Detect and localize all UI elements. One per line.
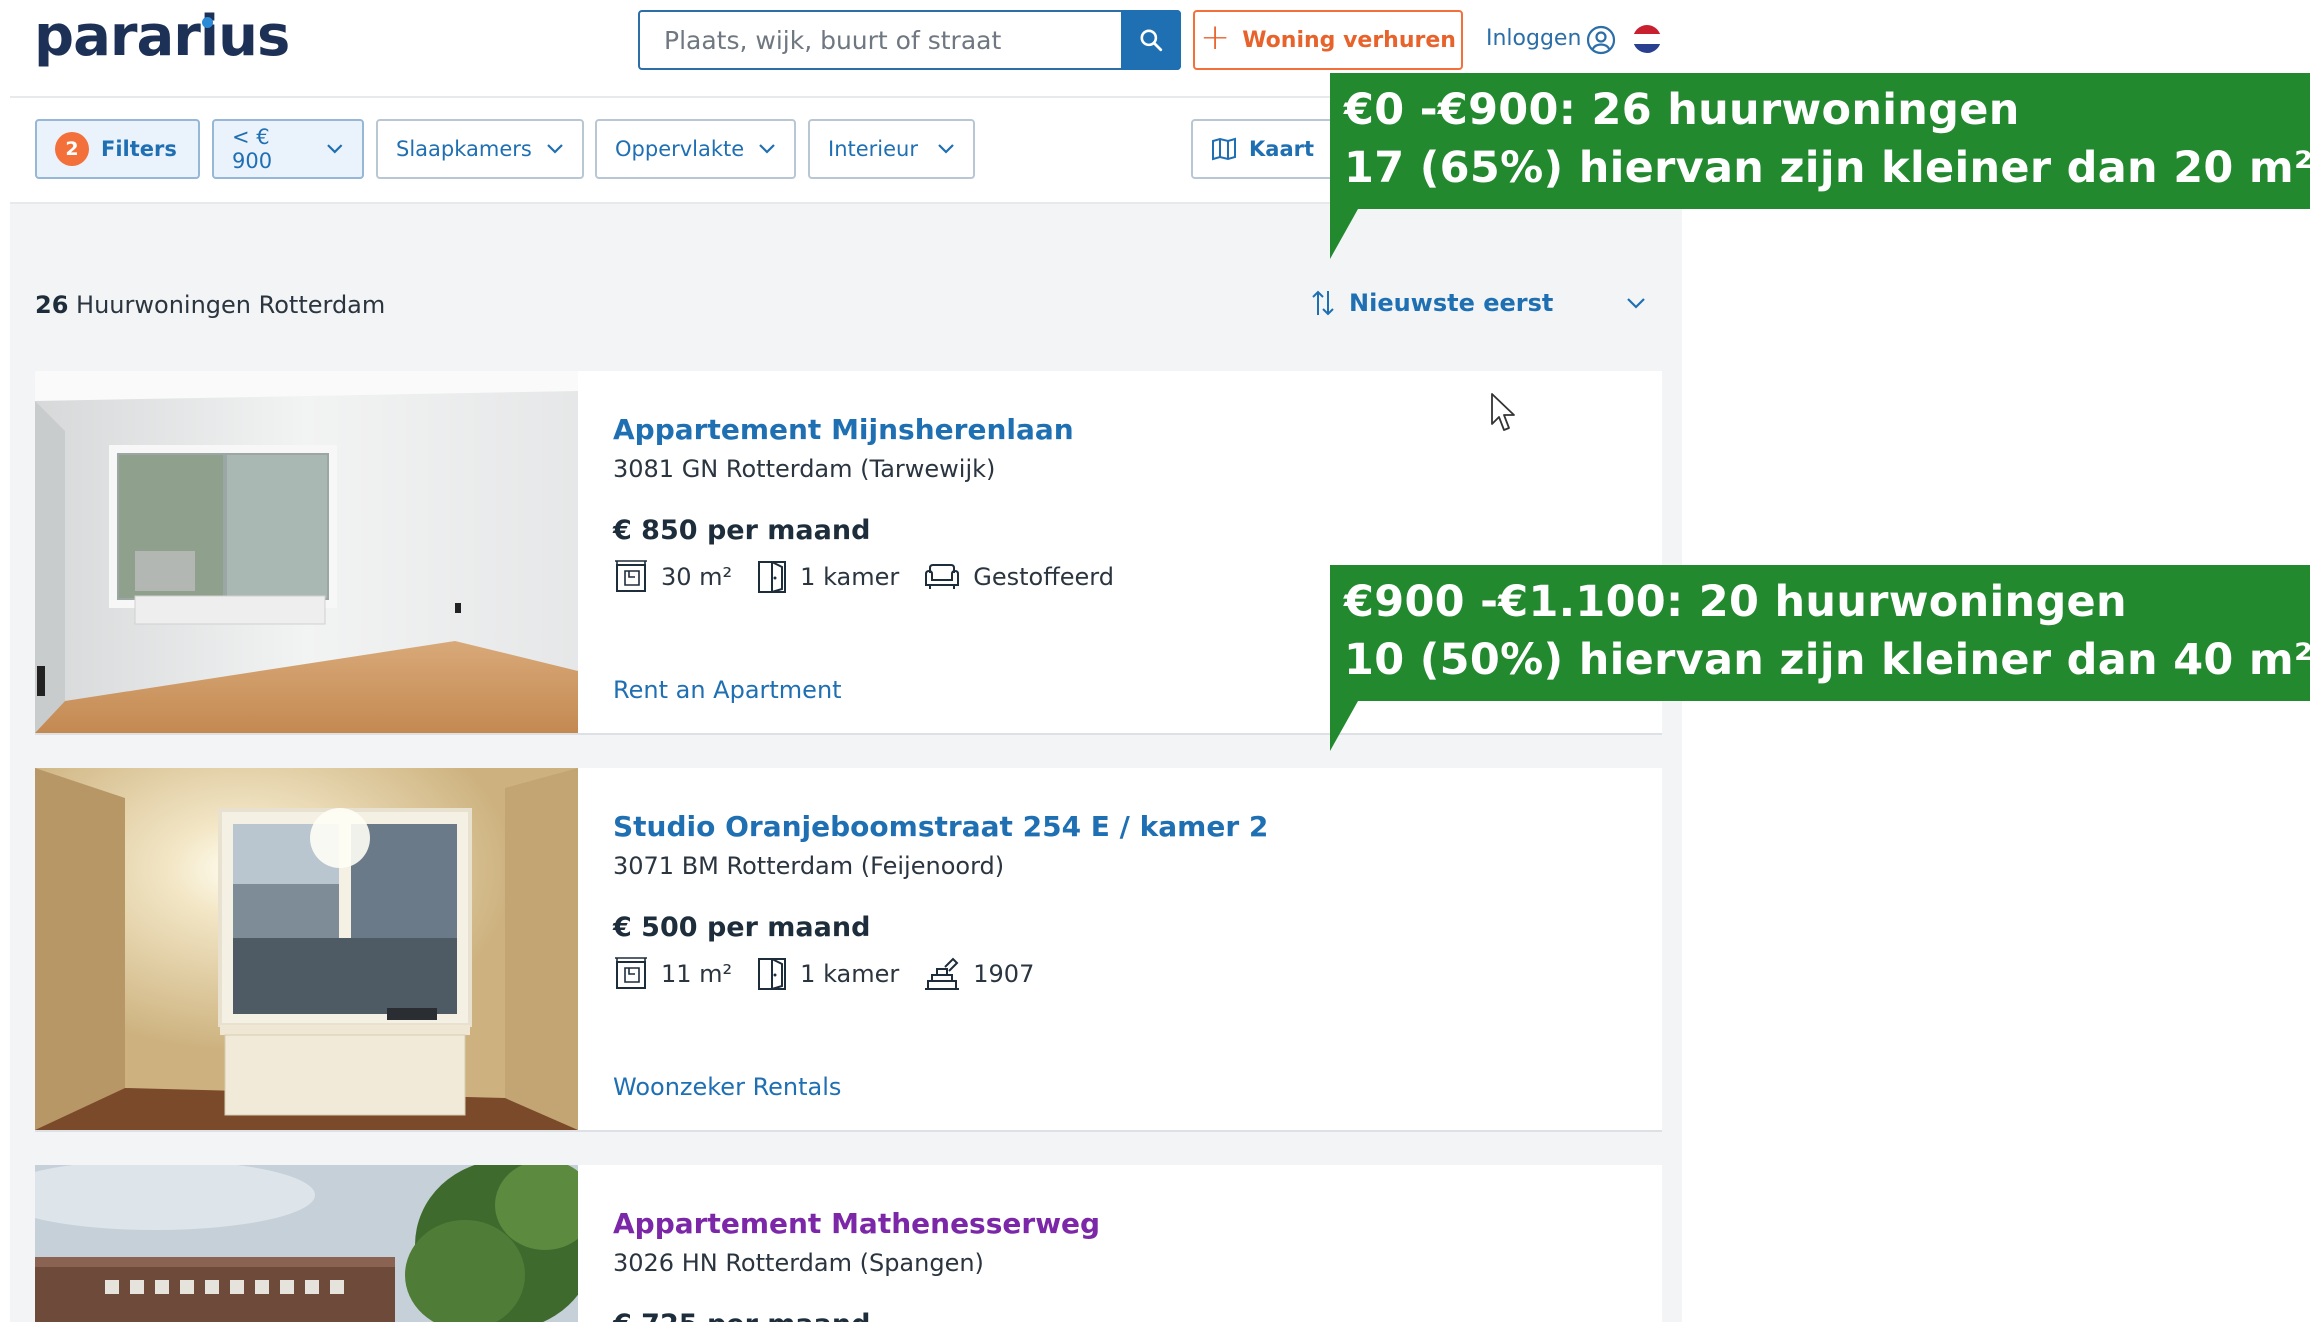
listing-area: 11 m² [613, 956, 732, 992]
construction-icon [925, 957, 960, 990]
listing-agent-link[interactable]: Rent an Apartment [613, 676, 842, 704]
filters-count-badge: 2 [55, 132, 89, 166]
sort-dropdown[interactable]: Nieuwste eerst [1311, 289, 1553, 317]
floor-plan-icon [615, 957, 647, 989]
search-bar [638, 10, 1181, 70]
listing-card[interactable]: Studio Oranjeboomstraat 254 E / kamer 2 … [35, 768, 1662, 1132]
map-button[interactable]: Kaart [1191, 119, 1351, 179]
door-icon [758, 561, 787, 593]
map-icon [1212, 137, 1236, 161]
listing-features: 30 m² 1 kamer Gestoffeerd [613, 559, 1138, 595]
listing-rooms: 1 kamer [756, 559, 899, 595]
listing-title[interactable]: Studio Oranjeboomstraat 254 E / kamer 2 [613, 810, 1268, 843]
chevron-down-icon [759, 144, 775, 154]
results-count: 26 Huurwoningen Rotterdam [35, 291, 386, 319]
listing-construction-year: 1907 [923, 957, 1034, 991]
listing-card[interactable]: Appartement Mathenesserweg 3026 HN Rotte… [35, 1165, 1662, 1322]
listing-address: 3081 GN Rotterdam (Tarwewijk) [613, 455, 996, 483]
pararius-logo[interactable]: pararius [34, 4, 290, 69]
price-range-callout: €0 -€900: 26 huurwoningen 17 (65%) hierv… [1330, 73, 2314, 259]
dutch-flag-icon[interactable] [1633, 25, 1661, 53]
price-filter-dropdown[interactable]: < € 900 [212, 119, 364, 179]
listing-photo[interactable] [35, 371, 578, 733]
mouse-cursor-icon [1491, 393, 1515, 431]
listing-address: 3071 BM Rotterdam (Feijenoord) [613, 852, 1005, 880]
listing-interior: Gestoffeerd [923, 561, 1114, 593]
chevron-down-icon[interactable] [1626, 297, 1646, 310]
listing-agent-link[interactable]: Woonzeker Rentals [613, 1073, 841, 1101]
listing-area: 30 m² [613, 559, 732, 595]
filters-button[interactable]: 2 Filters [35, 119, 200, 179]
price-range-callout: €900 -€1.100: 20 huurwoningen 10 (50%) h… [1330, 565, 2314, 751]
listing-features: 11 m² 1 kamer 1907 [613, 956, 1058, 992]
floor-plan-icon [615, 560, 647, 592]
callout-line: €900 -€1.100: 20 huurwoningen [1344, 577, 2127, 627]
callout-line: 17 (65%) hiervan zijn kleiner dan 20 m² [1344, 143, 2314, 193]
rent-out-button[interactable]: + Woning verhuren [1193, 10, 1463, 70]
search-button[interactable] [1121, 10, 1181, 70]
listing-address: 3026 HN Rotterdam (Spangen) [613, 1249, 984, 1277]
chevron-down-icon [327, 144, 343, 154]
callout-line: €0 -€900: 26 huurwoningen [1344, 85, 2020, 135]
listing-title[interactable]: Appartement Mathenesserweg [613, 1207, 1100, 1240]
listing-title[interactable]: Appartement Mijnsherenlaan [613, 413, 1074, 446]
bedrooms-filter-dropdown[interactable]: Slaapkamers [376, 119, 584, 179]
sofa-icon [925, 564, 960, 589]
listing-price: € 850 per maand [613, 515, 871, 546]
plus-icon: + [1200, 17, 1231, 58]
chevron-down-icon [547, 144, 563, 154]
area-filter-dropdown[interactable]: Oppervlakte [595, 119, 796, 179]
login-link[interactable]: Inloggen [1486, 26, 1581, 51]
listing-price: € 500 per maand [613, 912, 871, 943]
search-input[interactable] [640, 12, 1121, 68]
listing-photo[interactable] [35, 768, 578, 1130]
listing-price: € 725 per maand [613, 1309, 870, 1322]
listing-rooms: 1 kamer [756, 956, 899, 992]
user-icon[interactable] [1586, 25, 1616, 59]
callout-line: 10 (50%) hiervan zijn kleiner dan 40 m² [1344, 635, 2314, 685]
chevron-down-icon [938, 144, 954, 154]
search-icon [1140, 29, 1163, 52]
door-icon [758, 958, 787, 990]
sort-icon [1312, 290, 1334, 316]
interior-filter-dropdown[interactable]: Interieur [808, 119, 975, 179]
listing-photo[interactable] [35, 1165, 578, 1322]
